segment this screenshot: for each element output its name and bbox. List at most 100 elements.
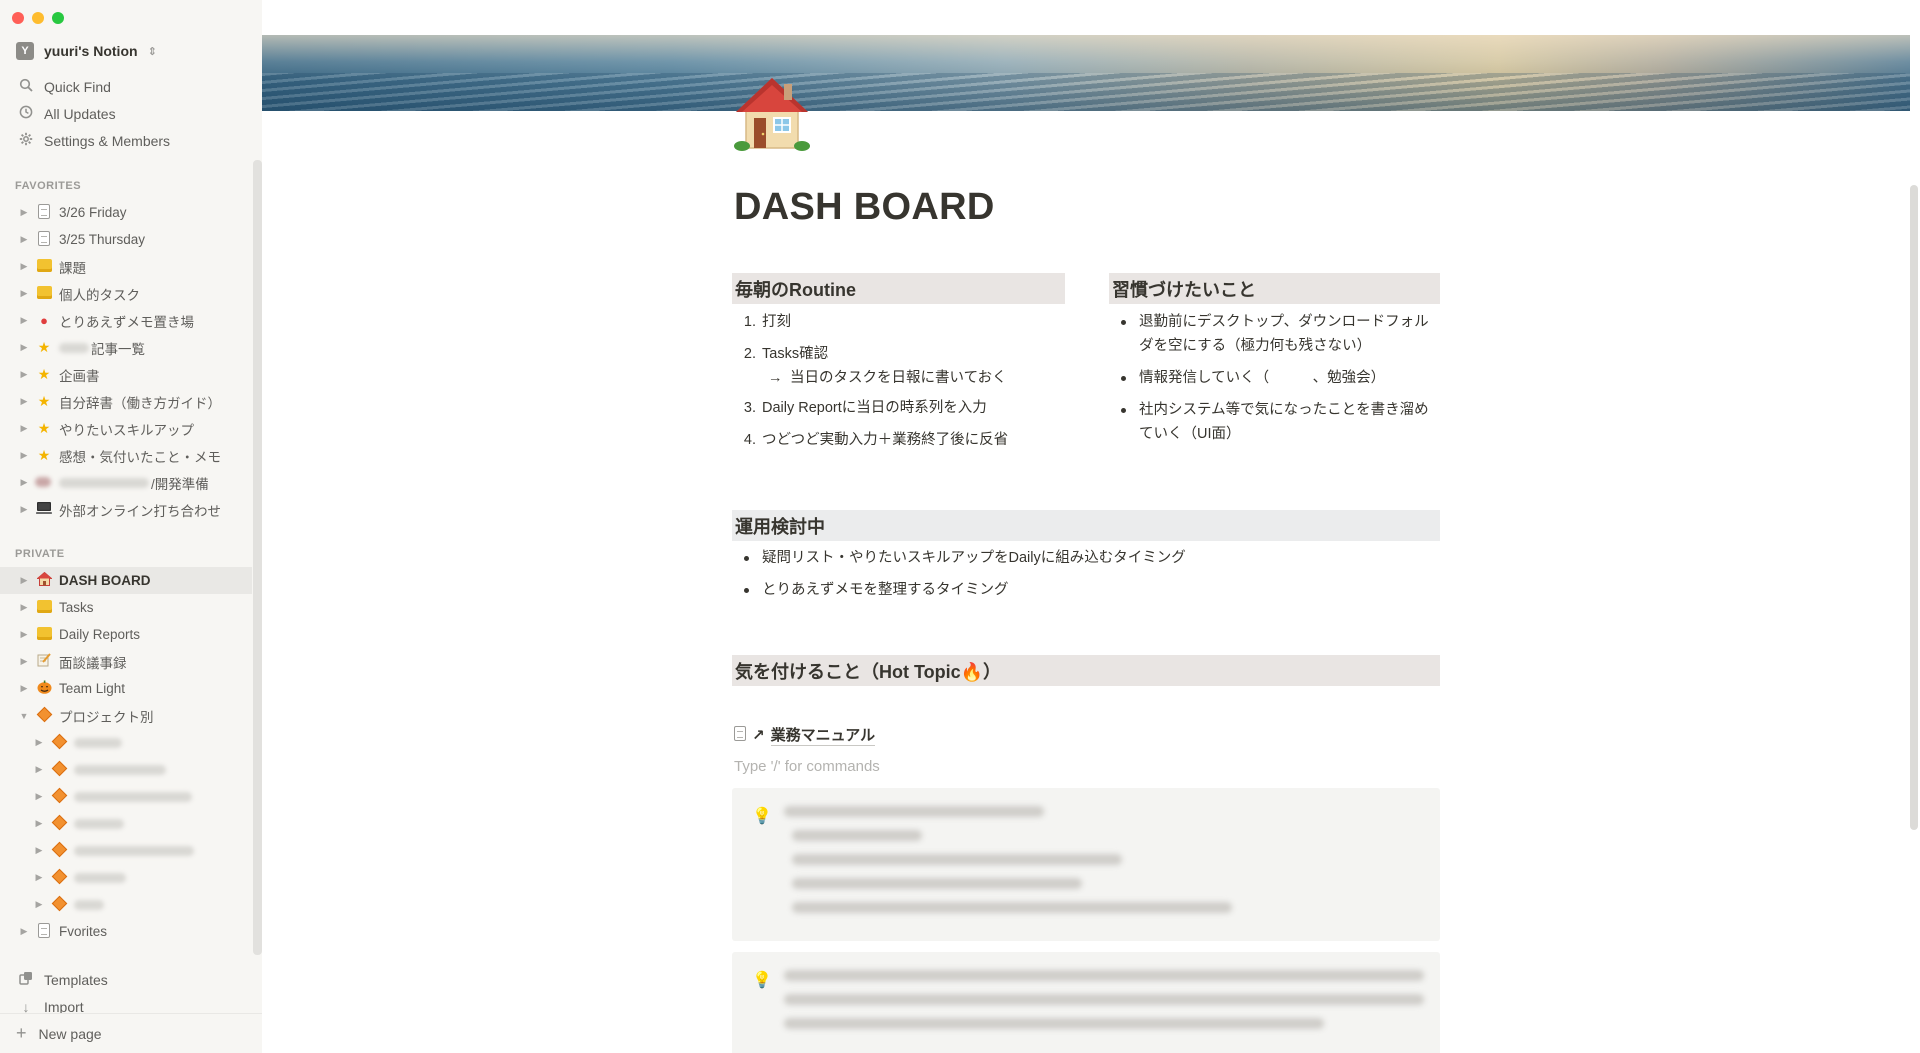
toggle-arrow-icon[interactable]: ▶ [17,261,31,272]
toggle-arrow-icon[interactable]: ▶ [17,396,31,407]
toggle-arrow-icon[interactable]: ▶ [17,423,31,434]
toggle-arrow-icon[interactable]: ▶ [17,207,31,218]
toggle-arrow-icon[interactable]: ▶ [17,234,31,245]
list-item[interactable]: とりあえずメモを整理するタイミング [744,578,1432,602]
list-item[interactable]: 1. 打刻 [744,310,1062,334]
sidebar-item-label: Fvorites [59,924,108,939]
sidebar-item-kadai[interactable]: ▶ 課題 [0,253,252,280]
sidebar-item-interview-minutes[interactable]: ▶ 面談議事録 [0,648,252,675]
toggle-arrow-icon[interactable]: ▶ [17,369,31,380]
sidebar-item-label: 3/26 Friday [59,205,127,220]
favorites-section-label[interactable]: FAVORITES [15,180,81,192]
sidebar: Y yuuri's Notion ⇕ Quick Find All Update… [0,0,262,1053]
sidebar-item-personal-tasks[interactable]: ▶ 個人的タスク [0,280,252,307]
sidebar-subitem-project[interactable]: ▶ [0,810,252,837]
sidebar-item-label: とりあえずメモ置き場 [59,314,194,330]
house-icon[interactable] [732,72,812,152]
quick-find-button[interactable]: Quick Find [0,73,262,100]
sidebar-subitem-project[interactable]: ▶ [0,756,252,783]
sidebar-item-articles[interactable]: ▶ ★ 記事一覧 [0,334,252,361]
callout-block[interactable]: 💡 [732,788,1440,941]
sidebar-item-label: Daily Reports [59,627,141,642]
command-placeholder[interactable]: Type '/' for commands [734,758,880,775]
new-page-button[interactable]: + New page [0,1013,262,1053]
sidebar-subitem-project[interactable]: ▶ [0,864,252,891]
workspace-name: yuuri's Notion [44,43,138,59]
toggle-arrow-icon[interactable]: ▶ [17,683,31,694]
list-item[interactable]: 情報発信していく（ 、勉強会） [1121,366,1439,390]
toggle-arrow-icon[interactable]: ▶ [32,818,46,829]
sidebar-item-self-dictionary[interactable]: ▶ ★ 自分辞書（働き方ガイド） [0,388,252,415]
settings-members-button[interactable]: Settings & Members [0,127,262,154]
manual-page-link[interactable]: ↗ 業務マニュアル [734,724,876,746]
toggle-arrow-icon[interactable]: ▶ [32,872,46,883]
toggle-arrow-icon[interactable]: ▶ [32,845,46,856]
redacted-text [792,854,1122,865]
list-item[interactable]: 3. Daily Reportに当日の時系列を入力 [744,396,1062,420]
sidebar-item-by-project[interactable]: ▼ プロジェクト別 [0,702,252,729]
sidebar-subitem-project[interactable]: ▶ [0,729,252,756]
all-updates-button[interactable]: All Updates [0,100,262,127]
toggle-arrow-icon[interactable]: ▶ [17,342,31,353]
diamond-icon [50,868,68,885]
sidebar-subitem-project[interactable]: ▶ [0,783,252,810]
toggle-arrow-icon[interactable]: ▶ [17,288,31,299]
private-section-label[interactable]: PRIVATE [15,548,65,560]
page-title[interactable]: DASH BOARD [734,186,995,229]
minimize-window-button[interactable] [32,12,44,24]
sidebar-item-dash-board[interactable]: ▶ DASH BOARD [0,567,252,594]
callout-block[interactable]: 💡 [732,952,1440,1053]
sidebar-item-daily-reports[interactable]: ▶ Daily Reports [0,621,252,648]
cover-image[interactable] [262,35,1910,111]
toggle-arrow-icon[interactable]: ▶ [17,926,31,937]
diamond-icon [50,787,68,804]
toggle-arrow-icon[interactable]: ▶ [17,315,31,326]
sidebar-item-memo-place[interactable]: ▶ ● とりあえずメモ置き場 [0,307,252,334]
sidebar-subitem-project[interactable]: ▶ [0,837,252,864]
routine-heading[interactable]: 毎朝のRoutine [732,273,1065,304]
sidebar-scrollbar[interactable] [253,160,262,955]
toggle-arrow-icon[interactable]: ▶ [32,791,46,802]
diamond-icon [50,760,68,777]
sidebar-item-3-25-thursday[interactable]: ▶ 3/25 Thursday [0,226,252,253]
sidebar-item-team-light[interactable]: ▶ Team Light [0,675,252,702]
toggle-arrow-icon[interactable]: ▶ [17,629,31,640]
star-icon: ★ [37,393,51,409]
habits-heading[interactable]: 習慣づけたいこと [1109,273,1440,304]
list-item[interactable]: 2. Tasks確認 → 当日のタスクを日報に書いておく [744,342,1062,390]
main-content: DASH BOARD 毎朝のRoutine 1. 打刻 2. Tasks確認 → 当日… [262,0,1920,1053]
zoom-window-button[interactable] [52,12,64,24]
toggle-arrow-icon[interactable]: ▶ [17,602,31,613]
toggle-arrow-icon[interactable]: ▶ [32,737,46,748]
sidebar-item-skill-up[interactable]: ▶ ★ やりたいスキルアップ [0,415,252,442]
sidebar-item-dev-prep[interactable]: ▶ /開発準備 [0,469,252,496]
toggle-arrow-icon[interactable]: ▶ [17,450,31,461]
sidebar-item-proposal[interactable]: ▶ ★ 企画書 [0,361,252,388]
sidebar-item-online-meeting[interactable]: ▶ 外部オンライン打ち合わせ [0,496,252,523]
toggle-arrow-icon[interactable]: ▶ [17,656,31,667]
toggle-arrow-icon[interactable]: ▶ [32,764,46,775]
sidebar-item-fvorites[interactable]: ▶ Fvorites [0,918,252,945]
sidebar-item-3-26-friday[interactable]: ▶ 3/26 Friday [0,199,252,226]
list-item[interactable]: 4. つどつど実動入力＋業務終了後に反省 [744,428,1062,452]
clock-icon [18,105,34,122]
toggle-arrow-icon[interactable]: ▶ [17,504,31,515]
toggle-arrow-icon[interactable]: ▶ [32,899,46,910]
main-scrollbar[interactable] [1910,185,1918,830]
list-item[interactable]: 疑問リスト・やりたいスキルアップをDailyに組み込むタイミング [744,546,1432,570]
sidebar-item-label: 3/25 Thursday [59,232,146,247]
hot-topic-heading[interactable]: 気を付けること（Hot Topic🔥） [732,655,1440,686]
templates-button[interactable]: Templates [0,966,262,993]
close-window-button[interactable] [12,12,24,24]
toggle-arrow-down-icon[interactable]: ▼ [17,711,31,721]
toggle-arrow-icon[interactable]: ▶ [17,477,31,488]
sub-item[interactable]: → 当日のタスクを日報に書いておく [762,366,1062,390]
list-item[interactable]: 社内システム等で気になったことを書き溜めていく（UI面） [1121,398,1439,446]
sidebar-item-tasks[interactable]: ▶ Tasks [0,594,252,621]
considering-heading[interactable]: 運用検討中 [732,510,1440,541]
sidebar-item-impressions[interactable]: ▶ ★ 感想・気付いたこと・メモ [0,442,252,469]
list-item[interactable]: 退勤前にデスクトップ、ダウンロードフォルダを空にする（極力何も残さない） [1121,310,1439,358]
workspace-switcher[interactable]: Y yuuri's Notion ⇕ [16,42,157,60]
toggle-arrow-icon[interactable]: ▶ [17,575,31,586]
sidebar-subitem-project[interactable]: ▶ [0,891,252,918]
